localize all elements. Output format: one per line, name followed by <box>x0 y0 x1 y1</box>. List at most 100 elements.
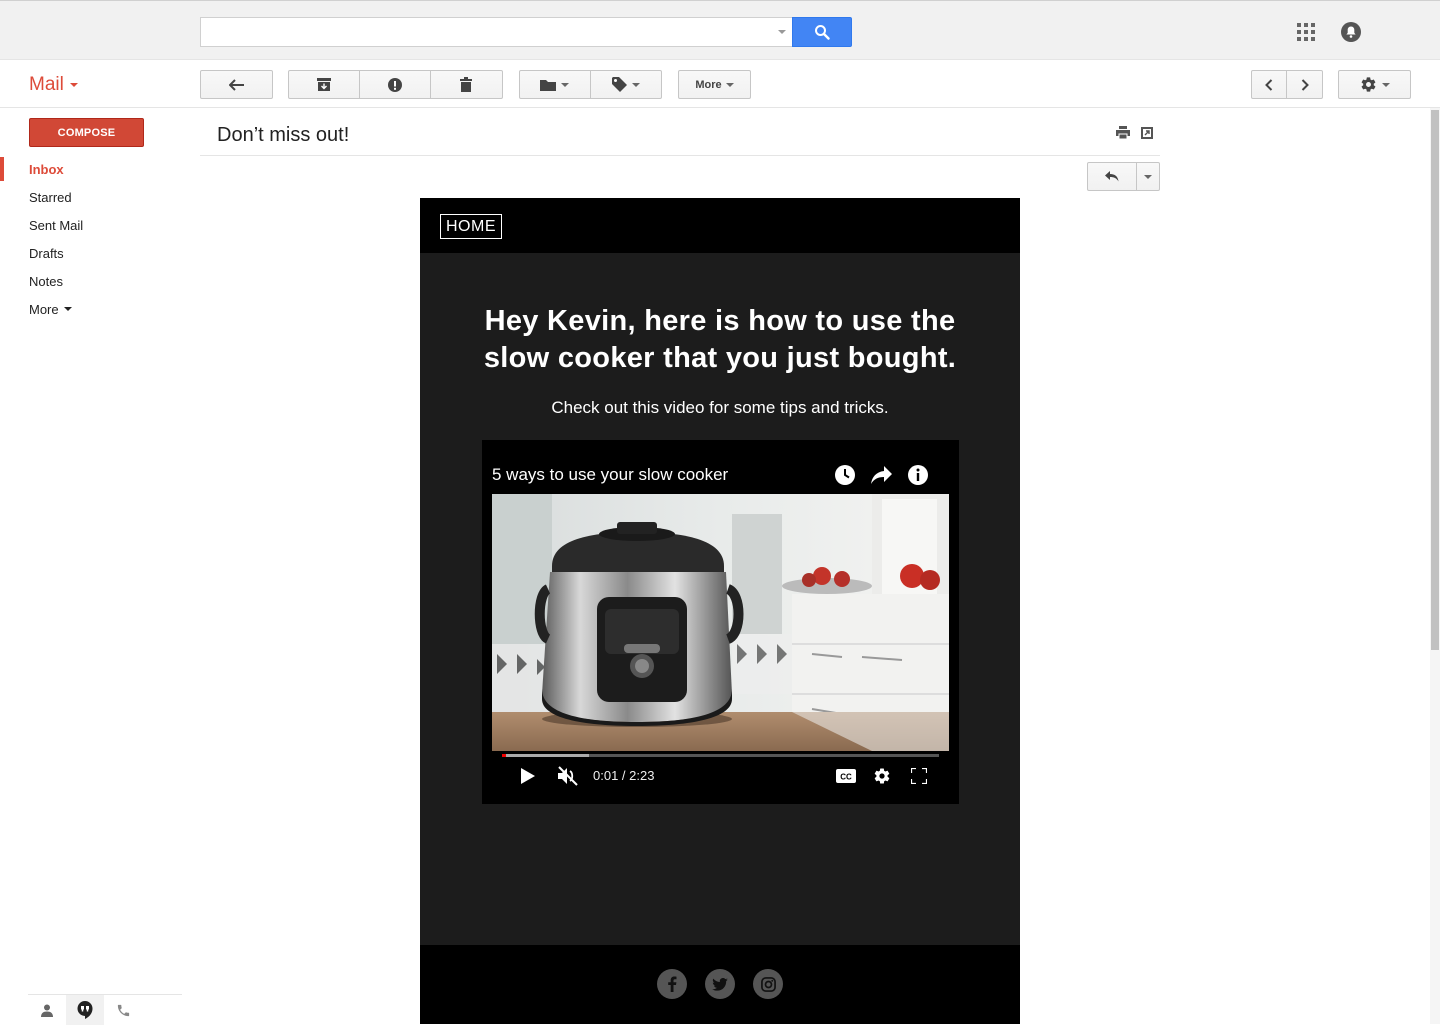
reply-button[interactable] <box>1088 163 1138 190</box>
mail-switcher[interactable]: Mail <box>29 74 78 96</box>
instagram-icon <box>760 976 776 992</box>
video-buffered-bar <box>502 754 590 757</box>
reply-arrow-icon <box>1105 171 1119 182</box>
contacts-icon <box>41 1004 53 1017</box>
contacts-tab[interactable] <box>28 995 66 1025</box>
watch-later-clock-icon <box>835 465 855 485</box>
info-button[interactable] <box>906 463 930 487</box>
chevron-left-icon <box>1265 78 1273 91</box>
chevron-down-icon <box>1144 174 1153 179</box>
labels-button[interactable] <box>591 71 662 98</box>
chevron-down-icon <box>63 307 72 311</box>
fullscreen-button[interactable] <box>907 764 931 788</box>
back-to-inbox-button[interactable] <box>200 70 273 99</box>
settings-button[interactable] <box>1338 70 1411 99</box>
compose-button[interactable]: COMPOSE <box>29 118 144 147</box>
instagram-link[interactable] <box>753 969 783 999</box>
print-button[interactable] <box>1116 126 1130 144</box>
phone-tab[interactable] <box>104 995 142 1025</box>
subject-divider <box>200 155 1160 156</box>
notifications-bell-icon <box>1341 22 1361 42</box>
archive-icon <box>317 78 332 91</box>
delete-button[interactable] <box>431 71 502 98</box>
newer-button[interactable] <box>1252 71 1287 98</box>
pagination-group <box>1251 70 1323 99</box>
hangouts-icon <box>77 1001 93 1019</box>
sidebar-item-label: Drafts <box>29 245 64 261</box>
reply-options-button[interactable] <box>1137 163 1159 190</box>
video-progress-bar[interactable] <box>502 754 939 757</box>
email-subline: Check out this video for some tips and t… <box>551 398 889 417</box>
older-button[interactable] <box>1287 71 1322 98</box>
video-frame-slow-cooker-image[interactable] <box>492 494 949 751</box>
message-actions-group <box>288 70 503 99</box>
muted-speaker-icon <box>558 766 578 786</box>
delete-icon <box>460 77 473 92</box>
print-icon <box>1116 126 1130 140</box>
twitter-link[interactable] <box>705 969 735 999</box>
report-spam-icon <box>388 77 402 92</box>
search-input[interactable] <box>200 17 792 47</box>
back-arrow-icon <box>228 78 244 91</box>
share-button[interactable] <box>870 463 894 487</box>
hangouts-tab[interactable] <box>66 995 104 1025</box>
apps-grid-button[interactable] <box>1294 20 1318 44</box>
top-bar <box>0 0 1440 60</box>
archive-button[interactable] <box>289 71 361 98</box>
sidebar-item-label: Inbox <box>29 161 64 177</box>
fullscreen-icon <box>911 768 927 784</box>
captions-button[interactable]: CC <box>834 764 858 788</box>
notifications-button[interactable] <box>1339 20 1363 44</box>
mute-button[interactable] <box>556 764 580 788</box>
email-headline: Hey Kevin, here is how to use the slow c… <box>483 305 957 374</box>
video-timecode: 0:01 / 2:23 <box>593 768 655 783</box>
move-to-button[interactable] <box>520 71 591 98</box>
sidebar-item-sent-mail[interactable]: Sent Mail <box>0 213 190 237</box>
video-player[interactable]: 5 ways to use your slow cooker 0:01 / 2:… <box>482 440 959 804</box>
settings-gear-icon <box>1361 77 1375 92</box>
sidebar: COMPOSE Inbox Starred Sent Mail Drafts N… <box>0 108 190 1025</box>
more-label: More <box>695 78 722 91</box>
sidebar-item-inbox[interactable]: Inbox <box>0 157 190 181</box>
search-options-caret-icon[interactable] <box>778 30 786 34</box>
sidebar-item-starred[interactable]: Starred <box>0 185 190 209</box>
action-toolbar: Mail More <box>0 60 1440 108</box>
mail-label: Mail <box>29 74 64 95</box>
share-arrow-icon <box>871 466 892 484</box>
video-settings-gear-icon <box>874 768 890 784</box>
slow-cooker-illustration <box>492 494 949 751</box>
video-title[interactable]: 5 ways to use your slow cooker <box>492 465 728 485</box>
sidebar-item-label: Starred <box>29 189 72 205</box>
chevron-down-icon <box>631 82 640 87</box>
chevron-right-icon <box>1301 78 1309 91</box>
search-field[interactable] <box>201 18 761 46</box>
sidebar-item-more[interactable]: More <box>0 297 190 321</box>
chevron-down-icon <box>725 82 734 87</box>
sidebar-item-notes[interactable]: Notes <box>0 269 190 293</box>
sidebar-item-drafts[interactable]: Drafts <box>0 241 190 265</box>
sidebar-item-label: Notes <box>29 273 63 289</box>
chevron-down-icon <box>1381 82 1390 87</box>
watch-later-button[interactable] <box>833 463 857 487</box>
apps-grid-icon <box>1297 23 1315 41</box>
report-spam-button[interactable] <box>360 71 431 98</box>
labels-icon <box>611 77 627 92</box>
home-link[interactable]: HOME <box>440 214 502 239</box>
organize-group <box>519 70 662 99</box>
more-actions-button[interactable]: More <box>678 70 751 99</box>
new-window-button[interactable] <box>1141 126 1153 144</box>
search-button[interactable] <box>792 17 852 47</box>
phone-icon <box>117 1004 129 1016</box>
chevron-down-icon <box>69 83 78 87</box>
scrollbar-thumb[interactable] <box>1431 110 1439 650</box>
facebook-link[interactable] <box>657 969 687 999</box>
video-played-bar <box>502 754 507 757</box>
message-subject: Don’t miss out! <box>217 124 350 146</box>
info-icon <box>908 465 928 485</box>
email-footer <box>420 945 1020 1024</box>
play-button[interactable] <box>518 764 538 788</box>
twitter-icon <box>712 977 728 991</box>
video-settings-button[interactable] <box>870 764 894 788</box>
sidebar-bottom-tabs <box>28 994 182 1025</box>
sidebar-item-label: Sent Mail <box>29 217 84 233</box>
